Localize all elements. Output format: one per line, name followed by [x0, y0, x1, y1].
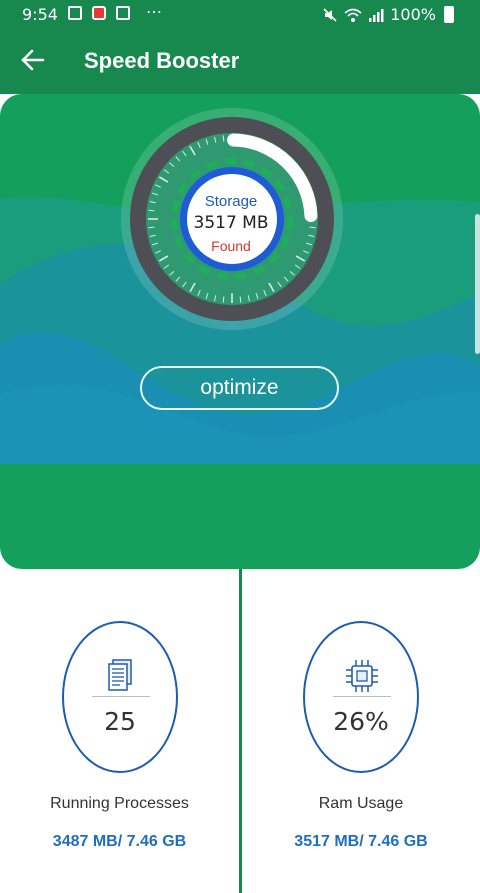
ram-usage-card[interactable]: 26% Ram Usage 3517 MB/ 7.46 GB	[242, 569, 480, 893]
chip-icon	[346, 660, 378, 692]
status-notification-icons: ⋯	[68, 4, 163, 21]
mute-icon	[323, 7, 337, 22]
running-processes-card[interactable]: 25 Running Processes 3487 MB/ 7.46 GB	[0, 569, 239, 893]
status-system-icons: 100%	[322, 5, 454, 24]
gauge-tick	[148, 226, 155, 229]
battery-percent: 100%	[390, 5, 436, 24]
work-icon	[116, 6, 130, 20]
document-icon	[108, 659, 132, 691]
status-time: 9:54	[22, 5, 58, 24]
storage-value: 3517 MB	[193, 213, 269, 233]
gauge-tick	[222, 135, 225, 142]
running-processes-label: Running Processes	[50, 795, 189, 812]
gauge-tick	[309, 226, 316, 229]
wifi-icon	[344, 8, 362, 22]
oval-divider	[333, 696, 391, 697]
stats-section: 25 Running Processes 3487 MB/ 7.46 GB 26…	[0, 569, 480, 893]
ram-usage-label: Ram Usage	[318, 795, 404, 812]
gauge-tick	[222, 296, 225, 303]
more-notifications-icon: ⋯	[146, 4, 163, 21]
gallery-icon	[68, 6, 82, 20]
signal-icon	[369, 8, 384, 22]
gauge-tick	[239, 296, 242, 303]
storage-label: Storage	[204, 193, 258, 210]
running-processes-value: 25	[104, 707, 136, 736]
found-label: Found	[211, 238, 251, 254]
storage-gauge	[121, 108, 343, 330]
battery-icon	[444, 6, 454, 23]
oval-divider	[92, 696, 150, 697]
page-title: Speed Booster	[84, 48, 240, 73]
app-bar: Speed Booster	[0, 30, 480, 94]
ram-usage-memory: 3517 MB/ 7.46 GB	[294, 833, 428, 850]
ram-usage-value: 26%	[333, 707, 389, 736]
hero-panel: Storage 3517 MB Found optimize	[0, 94, 480, 569]
stat-oval: 26%	[303, 621, 419, 773]
gauge-tick	[148, 209, 155, 212]
optimize-button[interactable]: optimize	[140, 366, 339, 410]
back-arrow-icon[interactable]	[18, 45, 48, 75]
stat-oval: 25	[62, 621, 178, 773]
running-processes-memory: 3487 MB/ 7.46 GB	[52, 833, 187, 850]
notification-red-icon	[92, 6, 106, 20]
status-bar: 9:54 ⋯ 100%	[0, 0, 480, 30]
